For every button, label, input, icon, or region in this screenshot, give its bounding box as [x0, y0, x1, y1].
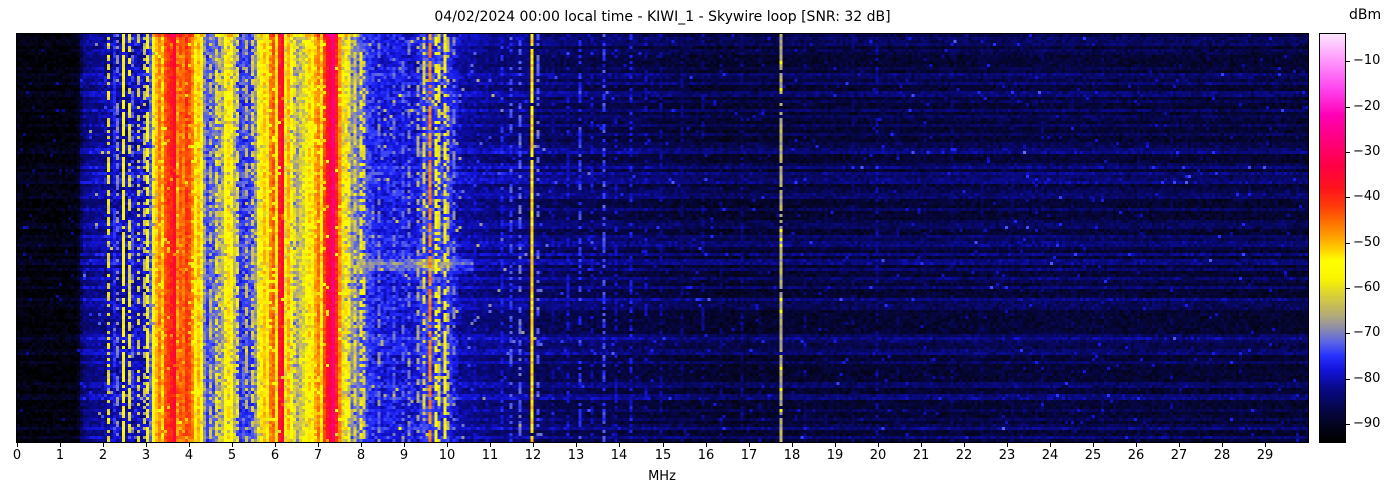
- x-tick-label: 29: [1256, 448, 1274, 463]
- x-tick-mark: [835, 443, 836, 447]
- x-tick-label: 13: [567, 448, 585, 463]
- x-tick-mark: [1093, 443, 1094, 447]
- x-tick-mark: [663, 443, 664, 447]
- x-tick-mark: [792, 443, 793, 447]
- x-tick-mark: [103, 443, 104, 447]
- x-tick-mark: [232, 443, 233, 447]
- chart-title: 04/02/2024 00:00 local time - KIWI_1 - S…: [434, 9, 891, 25]
- x-tick-mark: [533, 443, 534, 447]
- colorbar-tick-label: −40: [1353, 189, 1381, 204]
- colorbar-tick-mark: [1346, 197, 1350, 198]
- x-tick-mark: [1007, 443, 1008, 447]
- x-tick-label: 22: [955, 448, 973, 463]
- x-tick-mark: [404, 443, 405, 447]
- x-tick-label: 18: [783, 448, 801, 463]
- x-tick-mark: [189, 443, 190, 447]
- x-tick-label: 24: [1041, 448, 1059, 463]
- x-tick-label: 4: [184, 448, 194, 463]
- x-tick-mark: [921, 443, 922, 447]
- x-tick-label: 5: [227, 448, 237, 463]
- x-tick-label: 26: [1127, 448, 1145, 463]
- x-tick-label: 1: [55, 448, 65, 463]
- x-tick-mark: [361, 443, 362, 447]
- x-tick-mark: [1136, 443, 1137, 447]
- x-tick-label: 17: [740, 448, 758, 463]
- colorbar-tick-mark: [1346, 424, 1350, 425]
- x-tick-label: 19: [826, 448, 844, 463]
- x-tick-label: 21: [912, 448, 930, 463]
- colorbar-tick-label: −10: [1353, 53, 1381, 68]
- x-tick-mark: [1222, 443, 1223, 447]
- x-tick-label: 20: [869, 448, 887, 463]
- x-tick-mark: [275, 443, 276, 447]
- x-tick-mark: [1050, 443, 1051, 447]
- x-tick-label: 15: [654, 448, 672, 463]
- x-tick-label: 3: [141, 448, 151, 463]
- colorbar-tick-mark: [1346, 288, 1350, 289]
- colorbar-tick-mark: [1346, 107, 1350, 108]
- x-tick-mark: [490, 443, 491, 447]
- colorbar-tick-mark: [1346, 379, 1350, 380]
- x-tick-mark: [447, 443, 448, 447]
- x-tick-label: 2: [98, 448, 108, 463]
- x-tick-label: 12: [524, 448, 542, 463]
- x-tick-mark: [146, 443, 147, 447]
- x-tick-mark: [749, 443, 750, 447]
- x-tick-label: 11: [481, 448, 499, 463]
- colorbar-tick-mark: [1346, 333, 1350, 334]
- colorbar-tick-label: −80: [1353, 371, 1381, 386]
- x-tick-label: 25: [1084, 448, 1102, 463]
- colorbar-tick-label: −90: [1353, 416, 1381, 431]
- x-tick-label: 28: [1213, 448, 1231, 463]
- x-tick-mark: [878, 443, 879, 447]
- spectrogram-figure: 04/02/2024 00:00 local time - KIWI_1 - S…: [0, 0, 1400, 500]
- x-tick-mark: [576, 443, 577, 447]
- colorbar-tick-mark: [1346, 152, 1350, 153]
- colorbar-tick-label: −70: [1353, 325, 1381, 340]
- x-tick-label: 23: [998, 448, 1016, 463]
- x-tick-label: 9: [399, 448, 409, 463]
- x-tick-label: 16: [697, 448, 715, 463]
- x-tick-mark: [17, 443, 18, 447]
- colorbar-tick-label: −30: [1353, 144, 1381, 159]
- x-axis-label: MHz: [648, 469, 676, 484]
- colorbar-tick-mark: [1346, 61, 1350, 62]
- x-tick-label: 6: [270, 448, 280, 463]
- x-tick-mark: [60, 443, 61, 447]
- colorbar-tick-mark: [1346, 243, 1350, 244]
- x-tick-label: 7: [313, 448, 323, 463]
- x-tick-mark: [1179, 443, 1180, 447]
- colorbar-tick-label: −50: [1353, 235, 1381, 250]
- x-tick-label: 0: [12, 448, 22, 463]
- x-tick-label: 27: [1170, 448, 1188, 463]
- colorbar-tick-label: −20: [1353, 99, 1381, 114]
- x-tick-mark: [318, 443, 319, 447]
- x-tick-label: 10: [438, 448, 456, 463]
- x-tick-mark: [619, 443, 620, 447]
- colorbar-unit-label: dBm: [1349, 7, 1382, 23]
- colorbar-canvas: [1320, 34, 1345, 442]
- x-tick-mark: [706, 443, 707, 447]
- waterfall-plot-area: [16, 33, 1309, 443]
- x-tick-label: 8: [356, 448, 366, 463]
- x-tick-label: 14: [610, 448, 628, 463]
- colorbar-tick-label: −60: [1353, 280, 1381, 295]
- x-tick-mark: [964, 443, 965, 447]
- x-tick-mark: [1265, 443, 1266, 447]
- waterfall-canvas: [17, 34, 1308, 442]
- colorbar: [1319, 33, 1346, 443]
